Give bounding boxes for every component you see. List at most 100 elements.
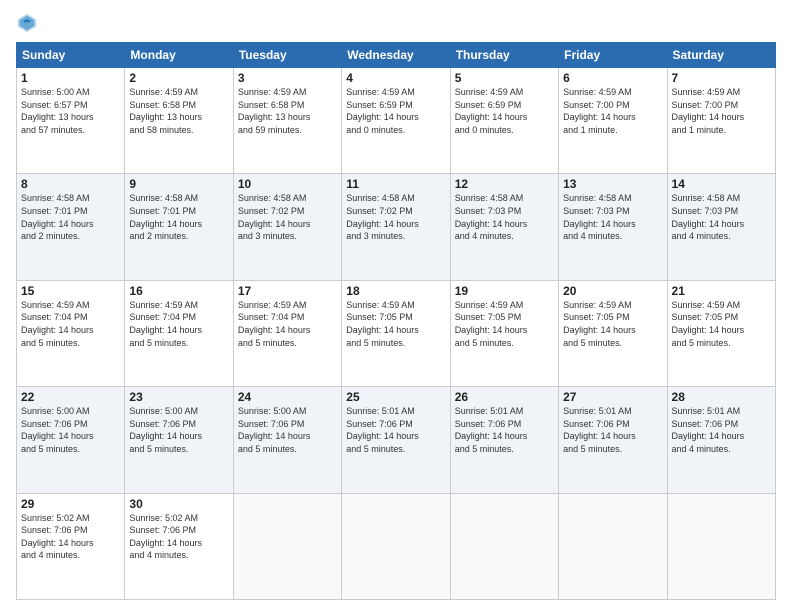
- week-row-4: 22Sunrise: 5:00 AM Sunset: 7:06 PM Dayli…: [17, 387, 776, 493]
- week-row-1: 1Sunrise: 5:00 AM Sunset: 6:57 PM Daylig…: [17, 68, 776, 174]
- day-number: 7: [672, 71, 771, 85]
- day-cell: [342, 493, 450, 599]
- day-number: 17: [238, 284, 337, 298]
- day-number: 16: [129, 284, 228, 298]
- day-cell: [667, 493, 775, 599]
- calendar-page: SundayMondayTuesdayWednesdayThursdayFrid…: [0, 0, 792, 612]
- day-info: Sunrise: 4:58 AM Sunset: 7:03 PM Dayligh…: [455, 192, 554, 242]
- day-info: Sunrise: 4:59 AM Sunset: 6:58 PM Dayligh…: [129, 86, 228, 136]
- day-number: 11: [346, 177, 445, 191]
- day-number: 15: [21, 284, 120, 298]
- day-info: Sunrise: 4:58 AM Sunset: 7:03 PM Dayligh…: [672, 192, 771, 242]
- day-number: 20: [563, 284, 662, 298]
- day-number: 26: [455, 390, 554, 404]
- day-number: 19: [455, 284, 554, 298]
- day-cell: 7Sunrise: 4:59 AM Sunset: 7:00 PM Daylig…: [667, 68, 775, 174]
- day-info: Sunrise: 4:58 AM Sunset: 7:03 PM Dayligh…: [563, 192, 662, 242]
- day-cell: 27Sunrise: 5:01 AM Sunset: 7:06 PM Dayli…: [559, 387, 667, 493]
- header-row: SundayMondayTuesdayWednesdayThursdayFrid…: [17, 43, 776, 68]
- day-info: Sunrise: 4:59 AM Sunset: 7:04 PM Dayligh…: [21, 299, 120, 349]
- day-cell: 5Sunrise: 4:59 AM Sunset: 6:59 PM Daylig…: [450, 68, 558, 174]
- header-cell-wednesday: Wednesday: [342, 43, 450, 68]
- day-number: 27: [563, 390, 662, 404]
- day-cell: 13Sunrise: 4:58 AM Sunset: 7:03 PM Dayli…: [559, 174, 667, 280]
- header-cell-friday: Friday: [559, 43, 667, 68]
- day-number: 21: [672, 284, 771, 298]
- day-info: Sunrise: 4:59 AM Sunset: 7:05 PM Dayligh…: [346, 299, 445, 349]
- day-info: Sunrise: 4:59 AM Sunset: 7:04 PM Dayligh…: [129, 299, 228, 349]
- day-cell: 20Sunrise: 4:59 AM Sunset: 7:05 PM Dayli…: [559, 280, 667, 386]
- day-cell: 30Sunrise: 5:02 AM Sunset: 7:06 PM Dayli…: [125, 493, 233, 599]
- day-cell: 8Sunrise: 4:58 AM Sunset: 7:01 PM Daylig…: [17, 174, 125, 280]
- day-cell: 6Sunrise: 4:59 AM Sunset: 7:00 PM Daylig…: [559, 68, 667, 174]
- day-cell: 25Sunrise: 5:01 AM Sunset: 7:06 PM Dayli…: [342, 387, 450, 493]
- day-cell: 26Sunrise: 5:01 AM Sunset: 7:06 PM Dayli…: [450, 387, 558, 493]
- day-cell: 12Sunrise: 4:58 AM Sunset: 7:03 PM Dayli…: [450, 174, 558, 280]
- day-cell: 10Sunrise: 4:58 AM Sunset: 7:02 PM Dayli…: [233, 174, 341, 280]
- day-info: Sunrise: 4:59 AM Sunset: 6:58 PM Dayligh…: [238, 86, 337, 136]
- day-info: Sunrise: 4:59 AM Sunset: 6:59 PM Dayligh…: [346, 86, 445, 136]
- day-number: 2: [129, 71, 228, 85]
- day-cell: 1Sunrise: 5:00 AM Sunset: 6:57 PM Daylig…: [17, 68, 125, 174]
- day-cell: 11Sunrise: 4:58 AM Sunset: 7:02 PM Dayli…: [342, 174, 450, 280]
- day-info: Sunrise: 4:59 AM Sunset: 7:05 PM Dayligh…: [672, 299, 771, 349]
- day-number: 29: [21, 497, 120, 511]
- header-cell-sunday: Sunday: [17, 43, 125, 68]
- day-number: 30: [129, 497, 228, 511]
- day-number: 8: [21, 177, 120, 191]
- day-number: 18: [346, 284, 445, 298]
- header: [16, 12, 776, 34]
- day-info: Sunrise: 5:01 AM Sunset: 7:06 PM Dayligh…: [672, 405, 771, 455]
- day-cell: [233, 493, 341, 599]
- day-number: 1: [21, 71, 120, 85]
- day-cell: 21Sunrise: 4:59 AM Sunset: 7:05 PM Dayli…: [667, 280, 775, 386]
- day-cell: 2Sunrise: 4:59 AM Sunset: 6:58 PM Daylig…: [125, 68, 233, 174]
- day-number: 10: [238, 177, 337, 191]
- day-number: 24: [238, 390, 337, 404]
- day-cell: [450, 493, 558, 599]
- header-cell-saturday: Saturday: [667, 43, 775, 68]
- day-number: 28: [672, 390, 771, 404]
- day-info: Sunrise: 5:00 AM Sunset: 6:57 PM Dayligh…: [21, 86, 120, 136]
- day-info: Sunrise: 5:02 AM Sunset: 7:06 PM Dayligh…: [21, 512, 120, 562]
- day-cell: [559, 493, 667, 599]
- day-cell: 9Sunrise: 4:58 AM Sunset: 7:01 PM Daylig…: [125, 174, 233, 280]
- header-cell-thursday: Thursday: [450, 43, 558, 68]
- day-info: Sunrise: 4:58 AM Sunset: 7:01 PM Dayligh…: [129, 192, 228, 242]
- day-number: 9: [129, 177, 228, 191]
- day-info: Sunrise: 4:58 AM Sunset: 7:02 PM Dayligh…: [346, 192, 445, 242]
- header-cell-tuesday: Tuesday: [233, 43, 341, 68]
- day-number: 22: [21, 390, 120, 404]
- day-number: 5: [455, 71, 554, 85]
- day-number: 12: [455, 177, 554, 191]
- week-row-3: 15Sunrise: 4:59 AM Sunset: 7:04 PM Dayli…: [17, 280, 776, 386]
- day-info: Sunrise: 5:01 AM Sunset: 7:06 PM Dayligh…: [563, 405, 662, 455]
- day-number: 23: [129, 390, 228, 404]
- day-cell: 4Sunrise: 4:59 AM Sunset: 6:59 PM Daylig…: [342, 68, 450, 174]
- day-number: 4: [346, 71, 445, 85]
- day-info: Sunrise: 5:01 AM Sunset: 7:06 PM Dayligh…: [346, 405, 445, 455]
- day-info: Sunrise: 5:00 AM Sunset: 7:06 PM Dayligh…: [238, 405, 337, 455]
- day-cell: 3Sunrise: 4:59 AM Sunset: 6:58 PM Daylig…: [233, 68, 341, 174]
- day-number: 13: [563, 177, 662, 191]
- day-info: Sunrise: 5:00 AM Sunset: 7:06 PM Dayligh…: [21, 405, 120, 455]
- day-info: Sunrise: 4:59 AM Sunset: 7:00 PM Dayligh…: [672, 86, 771, 136]
- day-info: Sunrise: 4:58 AM Sunset: 7:02 PM Dayligh…: [238, 192, 337, 242]
- day-cell: 24Sunrise: 5:00 AM Sunset: 7:06 PM Dayli…: [233, 387, 341, 493]
- day-info: Sunrise: 4:59 AM Sunset: 6:59 PM Dayligh…: [455, 86, 554, 136]
- day-info: Sunrise: 5:00 AM Sunset: 7:06 PM Dayligh…: [129, 405, 228, 455]
- week-row-5: 29Sunrise: 5:02 AM Sunset: 7:06 PM Dayli…: [17, 493, 776, 599]
- day-cell: 14Sunrise: 4:58 AM Sunset: 7:03 PM Dayli…: [667, 174, 775, 280]
- day-cell: 19Sunrise: 4:59 AM Sunset: 7:05 PM Dayli…: [450, 280, 558, 386]
- calendar-table: SundayMondayTuesdayWednesdayThursdayFrid…: [16, 42, 776, 600]
- day-number: 25: [346, 390, 445, 404]
- day-cell: 18Sunrise: 4:59 AM Sunset: 7:05 PM Dayli…: [342, 280, 450, 386]
- day-cell: 28Sunrise: 5:01 AM Sunset: 7:06 PM Dayli…: [667, 387, 775, 493]
- day-cell: 16Sunrise: 4:59 AM Sunset: 7:04 PM Dayli…: [125, 280, 233, 386]
- day-info: Sunrise: 4:59 AM Sunset: 7:00 PM Dayligh…: [563, 86, 662, 136]
- day-cell: 29Sunrise: 5:02 AM Sunset: 7:06 PM Dayli…: [17, 493, 125, 599]
- day-info: Sunrise: 4:59 AM Sunset: 7:04 PM Dayligh…: [238, 299, 337, 349]
- day-info: Sunrise: 4:58 AM Sunset: 7:01 PM Dayligh…: [21, 192, 120, 242]
- day-info: Sunrise: 5:01 AM Sunset: 7:06 PM Dayligh…: [455, 405, 554, 455]
- day-info: Sunrise: 4:59 AM Sunset: 7:05 PM Dayligh…: [455, 299, 554, 349]
